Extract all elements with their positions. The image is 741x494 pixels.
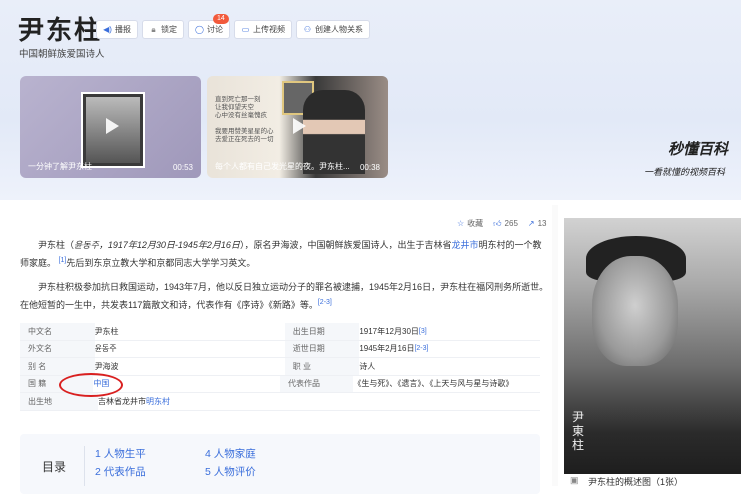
toc-title: 目录 (42, 460, 67, 474)
page-title: 尹东柱 (18, 16, 103, 46)
video-duration: 00:38 (359, 163, 380, 172)
video-caption: 一分钟了解尹东柱 (28, 162, 92, 171)
gallery-icon: ▣ (570, 475, 579, 485)
page-subtitle: 中国朝鲜族爱国诗人 (19, 49, 105, 60)
signature: 尹東柱 (572, 410, 585, 452)
info-row: 中文名 尹东柱 出生日期 1917年12月30日 [3] (20, 323, 540, 341)
intro-paragraph-2: 尹东柱积极参加抗日救国运动，1943年7月，他以反日独立运动分子的罪名被逮捕，1… (20, 282, 549, 310)
miaodong-logo[interactable]: 秒懂百科 (668, 138, 728, 159)
chat-icon: ◯ (195, 25, 204, 34)
share-button[interactable]: ↗ 13 (528, 219, 547, 228)
lock-button[interactable]: 🔒︎ 锁定 (142, 20, 184, 39)
toc-item[interactable]: 2 代表作品 (95, 464, 146, 479)
lock-icon: 🔒︎ (151, 25, 156, 34)
table-of-contents: 目录 1 人物生平 2 代表作品 4 人物家庭 5 人物评价 (20, 434, 540, 494)
reference[interactable]: [2-3] (318, 299, 332, 306)
broadcast-button[interactable]: ◀) 播报 (96, 20, 138, 39)
portrait-face (592, 256, 678, 366)
intro-paragraph-1: 尹东柱（윤동주，1917年12月30日-1945年2月16日），原名尹海波，中国… (20, 240, 542, 268)
like-button[interactable]: 👍︎ 265 (493, 219, 518, 229)
thumb-up-icon: 👍︎ (493, 218, 502, 228)
video-caption: 每个人都有自己发光星的夜。尹东柱... (215, 162, 350, 171)
speaker-icon: ◀) (103, 25, 112, 34)
video-duration: 00:53 (172, 163, 193, 172)
divider (84, 446, 85, 486)
info-row: 外文名 윤동주 逝世日期 1945年2月16日 [2-3] (20, 340, 540, 358)
toc-item[interactable]: 1 人物生平 (95, 446, 146, 461)
discuss-count-badge: 14 (213, 14, 229, 24)
create-relation-button[interactable]: ⚇ 创建人物关系 (296, 20, 370, 39)
toc-item[interactable]: 5 人物评价 (205, 464, 256, 479)
longjing-link[interactable]: 龙井市 (451, 240, 478, 250)
scrollbar[interactable] (552, 205, 558, 486)
toc-item[interactable]: 4 人物家庭 (205, 446, 256, 461)
basic-info-table: 中文名 尹东柱 出生日期 1917年12月30日 [3] 外文名 윤동주 逝世日期 194… (20, 323, 540, 411)
play-icon (293, 118, 306, 134)
photo-caption[interactable]: ▣ 尹东柱的概述图（1张） (564, 474, 741, 487)
video-card-2[interactable]: 直到死亡那一刻 让我仰望天空 心中没有丝毫愧疚 我要用赞美星星的心 去爱正在死去的一切… (207, 76, 388, 178)
video-icon: ▭ (241, 25, 250, 34)
poem-text: 直到死亡那一刻 让我仰望天空 心中没有丝毫愧疚 我要用赞美星星的心 去爱正在死去的一切 (215, 96, 274, 143)
share-icon: ↗ (527, 219, 535, 228)
highlight-circle (59, 373, 123, 397)
brand-slogan: 一看就懂的视频百科 (644, 167, 726, 177)
video-card-1[interactable]: 一分钟了解尹东柱 00:53 (20, 76, 201, 178)
mingdong-link[interactable]: 明东村 (146, 396, 170, 407)
action-bar: ◀) 播报 🔒︎ 锁定 ◯ 讨论 ▭ 上传视频 ⚇ 创建人物关系 (96, 20, 370, 39)
upload-video-button[interactable]: ▭ 上传视频 (234, 20, 292, 39)
summary-photo[interactable]: 尹東柱 (564, 218, 741, 486)
people-icon: ⚇ (303, 25, 312, 34)
play-icon (106, 118, 119, 134)
stats-bar: ☆ 收藏 👍︎ 265 ↗ 13 (457, 218, 547, 229)
star-icon: ☆ (457, 219, 465, 228)
collect-button[interactable]: ☆ 收藏 (457, 218, 483, 229)
